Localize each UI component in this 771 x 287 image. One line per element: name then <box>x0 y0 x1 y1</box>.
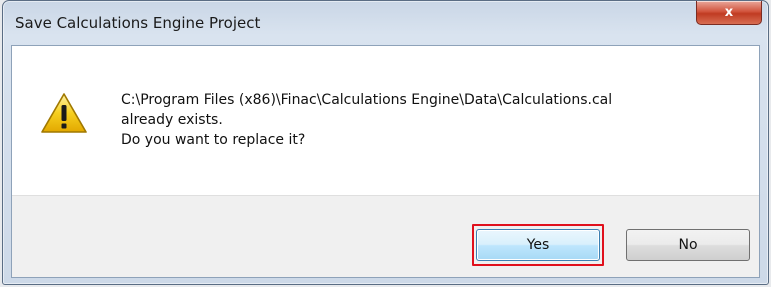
dialog-message: C:\Program Files (x86)\Finac\Calculation… <box>121 90 741 150</box>
title-bar[interactable]: Save Calculations Engine Project x <box>3 1 768 45</box>
message-line-exists: already exists. <box>121 112 223 128</box>
dialog-window: Save Calculations Engine Project x C:\Pr… <box>2 0 769 285</box>
close-button[interactable]: x <box>696 1 762 25</box>
close-icon: x <box>724 5 734 20</box>
dialog-body: C:\Program Files (x86)\Finac\Calculation… <box>11 45 760 278</box>
message-line-path: C:\Program Files (x86)\Finac\Calculation… <box>121 92 613 108</box>
yes-button[interactable]: Yes <box>476 229 600 261</box>
warning-icon <box>41 93 87 133</box>
no-button[interactable]: No <box>626 229 750 261</box>
message-line-question: Do you want to replace it? <box>121 132 306 148</box>
button-bar: Yes No <box>12 195 759 277</box>
message-area: C:\Program Files (x86)\Finac\Calculation… <box>12 46 759 198</box>
window-title: Save Calculations Engine Project <box>15 14 261 32</box>
